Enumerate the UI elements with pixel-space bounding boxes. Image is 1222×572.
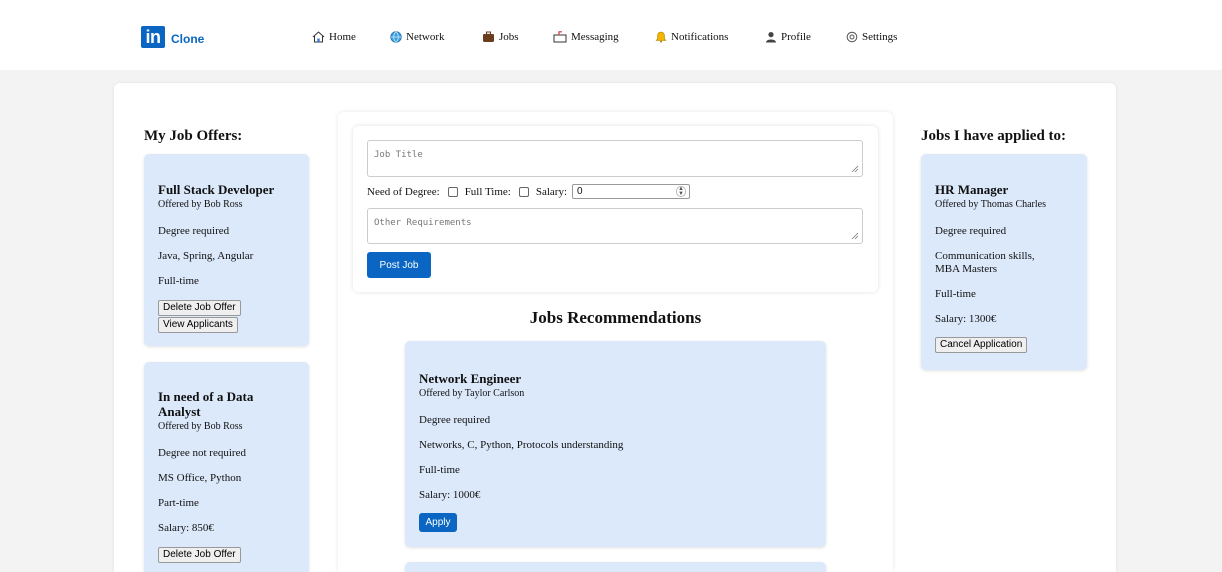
resize-grip-icon bbox=[851, 232, 859, 240]
salary-value: 0 bbox=[577, 186, 583, 197]
delete-job-offer-button[interactable]: Delete Job Offer bbox=[158, 300, 241, 316]
applied-job-card: HR Manager Offered by Thomas Charles Deg… bbox=[921, 154, 1087, 370]
nav-notifications[interactable]: Notifications bbox=[655, 31, 728, 43]
job-skills: Java, Spring, Angular bbox=[158, 250, 254, 262]
salary-stepper[interactable]: ▲ ▼ bbox=[676, 186, 687, 197]
job-salary: Salary: 1300€ bbox=[935, 313, 997, 325]
resize-grip-icon bbox=[851, 165, 859, 173]
nav-jobs-label: Jobs bbox=[499, 31, 519, 43]
nav-home[interactable]: Home bbox=[312, 31, 356, 43]
recommendations-heading: Jobs Recommendations bbox=[529, 308, 702, 327]
briefcase-icon bbox=[483, 31, 494, 42]
person-icon bbox=[766, 32, 776, 43]
job-title: HR Manager bbox=[935, 182, 1009, 197]
view-applicants-button[interactable]: View Applicants bbox=[158, 317, 238, 333]
job-options-row: Need of Degree: Full Time: Salary: 0 ▲ ▼ bbox=[367, 184, 691, 199]
home-icon bbox=[312, 31, 325, 43]
bell-icon bbox=[655, 31, 667, 43]
job-type: Full-time bbox=[158, 275, 199, 287]
gear-icon bbox=[846, 31, 858, 43]
recommendation-card: Network Engineer Offered by Taylor Carls… bbox=[405, 341, 826, 547]
job-offered-by: Offered by Thomas Charles bbox=[935, 199, 1046, 210]
nav-settings[interactable]: Settings bbox=[846, 31, 897, 43]
job-type: Part-time bbox=[158, 497, 199, 509]
job-type: Full-time bbox=[419, 464, 460, 476]
salary-label: Salary: bbox=[535, 185, 568, 198]
app-logo[interactable]: in Clone bbox=[141, 26, 204, 48]
requirements-placeholder: Other Requirements bbox=[374, 218, 472, 228]
job-offered-by: Offered by Bob Ross bbox=[158, 421, 243, 432]
delete-job-offer-button[interactable]: Delete Job Offer bbox=[158, 547, 241, 563]
job-title-input[interactable]: Job Title bbox=[367, 140, 863, 177]
messaging-icon bbox=[553, 31, 567, 43]
my-offer-card: Full Stack Developer Offered by Bob Ross… bbox=[144, 154, 309, 346]
job-title: Network Engineer bbox=[419, 371, 522, 386]
job-offered-by: Offered by Bob Ross bbox=[158, 199, 243, 210]
applied-jobs-heading: Jobs I have applied to: bbox=[921, 128, 1067, 144]
my-offer-card: In need of a Data Analyst Offered by Bob… bbox=[144, 362, 309, 572]
degree-label: Need of Degree: bbox=[367, 185, 440, 198]
job-type: Full-time bbox=[935, 288, 976, 300]
job-degree: Degree required bbox=[158, 225, 230, 237]
nav-home-label: Home bbox=[329, 31, 356, 43]
nav-messaging[interactable]: Messaging bbox=[553, 31, 619, 43]
logo-text: Clone bbox=[171, 32, 205, 46]
recommendation-card bbox=[405, 562, 826, 572]
fulltime-checkbox[interactable] bbox=[518, 186, 529, 197]
logo-mark: in bbox=[141, 26, 165, 48]
job-skills: MS Office, Python bbox=[158, 472, 242, 484]
job-salary: Salary: 850€ bbox=[158, 522, 214, 534]
other-requirements-input[interactable]: Other Requirements bbox=[367, 208, 863, 244]
nav-network[interactable]: Network bbox=[390, 31, 445, 43]
job-title: Full Stack Developer bbox=[158, 182, 275, 197]
globe-icon bbox=[390, 31, 402, 43]
job-degree: Degree required bbox=[935, 225, 1007, 237]
my-job-offers-heading: My Job Offers: bbox=[144, 128, 243, 144]
nav-settings-label: Settings bbox=[862, 31, 898, 43]
fulltime-label: Full Time: bbox=[464, 185, 511, 198]
cancel-application-button[interactable]: Cancel Application bbox=[935, 337, 1028, 353]
salary-input[interactable]: 0 ▲ ▼ bbox=[572, 184, 691, 199]
apply-button[interactable]: Apply bbox=[419, 513, 457, 532]
job-degree: Degree required bbox=[419, 414, 491, 426]
nav-profile-label: Profile bbox=[781, 31, 811, 43]
job-skills: Networks, C, Python, Protocols understan… bbox=[419, 439, 624, 451]
post-job-button[interactable]: Post Job bbox=[367, 252, 431, 278]
nav-jobs[interactable]: Jobs bbox=[482, 31, 519, 43]
degree-checkbox[interactable] bbox=[447, 186, 458, 197]
nav-messaging-label: Messaging bbox=[571, 31, 619, 43]
nav-network-label: Network bbox=[406, 31, 445, 43]
job-title-placeholder: Job Title bbox=[374, 150, 423, 160]
nav-notifications-label: Notifications bbox=[671, 31, 729, 43]
job-skills: Communication skills, MBA Masters bbox=[935, 250, 1035, 275]
top-navbar: in Clone Home Network Jobs Messaging Not… bbox=[0, 0, 1222, 70]
job-salary: Salary: 1000€ bbox=[419, 489, 481, 501]
nav-profile[interactable]: Profile bbox=[765, 31, 811, 43]
job-title: In need of a Data Analyst bbox=[158, 389, 254, 419]
job-offered-by: Offered by Taylor Carlson bbox=[419, 388, 525, 399]
job-degree: Degree not required bbox=[158, 447, 246, 459]
